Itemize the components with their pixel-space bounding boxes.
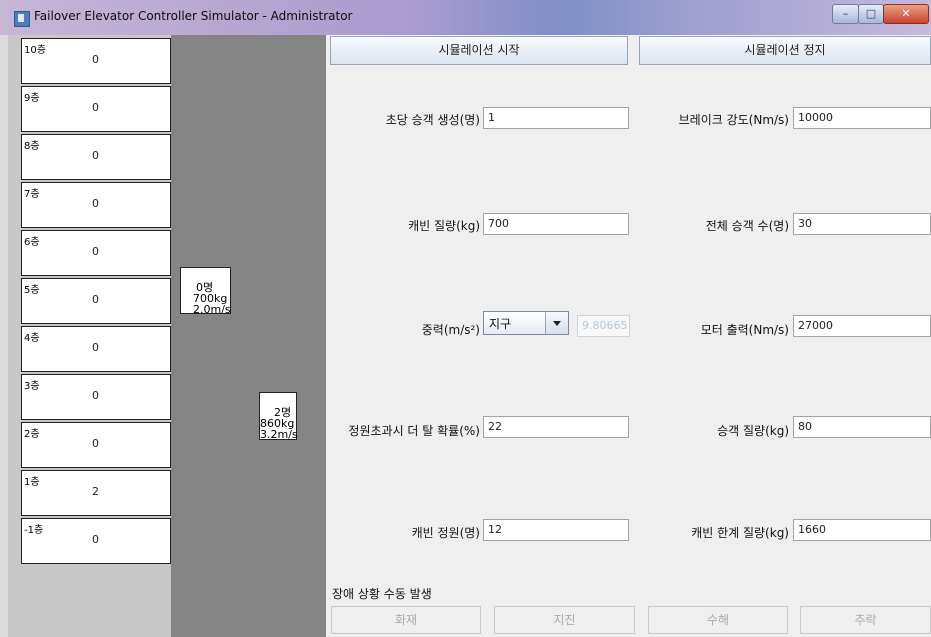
motor-output-input[interactable]: 27000 [793, 315, 931, 337]
overcapacity-probability-input[interactable]: 22 [483, 416, 629, 438]
floor-waiting-count: 0 [92, 245, 99, 258]
floor-label: 8층 [24, 141, 40, 152]
chevron-down-icon[interactable] [545, 312, 568, 334]
floor-waiting-count: 0 [92, 533, 99, 546]
cabin-max-mass-input[interactable]: 1660 [793, 519, 931, 541]
app-icon [14, 11, 30, 27]
close-button[interactable]: ✕ [883, 4, 929, 24]
floor-4: 4층 0 [21, 326, 171, 372]
floor-waiting-count: 0 [92, 197, 99, 210]
overcapacity-probability-label: 정원초과시 더 탈 확률(%) [348, 424, 480, 438]
floor-9: 9층 0 [21, 86, 171, 132]
floor-3: 3층 0 [21, 374, 171, 420]
passenger-mass-input[interactable]: 80 [793, 416, 931, 438]
passengers-per-sec-label: 초당 승객 생성(명) [385, 113, 480, 127]
cabin-mass-label: 캐빈 질량(kg) [408, 219, 480, 233]
floor-10: 10층 0 [21, 38, 171, 84]
floor-panel: 10층 0 9층 0 8층 0 7층 0 6층 0 5층 0 4층 0 3층 0 [8, 35, 171, 637]
fall-button[interactable]: 추락 [800, 606, 931, 634]
floor-2: 2층 0 [21, 422, 171, 468]
gravity-select[interactable]: 지구 [483, 311, 569, 335]
elevator-car-2: 2명 860kg 3.2m/s [259, 392, 298, 441]
cabin-capacity-input[interactable]: 12 [483, 519, 629, 541]
total-passengers-label: 전체 승객 수(명) [705, 219, 789, 233]
window-title: Failover Elevator Controller Simulator -… [34, 9, 353, 23]
cabin-capacity-label: 캐빈 정원(명) [411, 526, 480, 540]
gravity-label: 중력(m/s²) [421, 323, 480, 337]
floor-label: 1층 [24, 477, 40, 488]
floor-label: 10층 [24, 45, 46, 56]
flood-button[interactable]: 수해 [648, 606, 788, 634]
failure-section-title: 장애 상황 수동 발생 [332, 587, 432, 601]
floor-waiting-count: 2 [92, 485, 99, 498]
floor-waiting-count: 0 [92, 53, 99, 66]
passenger-mass-label: 승객 질량(kg) [717, 424, 789, 438]
gravity-selected-value: 지구 [489, 317, 512, 331]
title-bar: Failover Elevator Controller Simulator -… [0, 0, 931, 35]
floor-label: 7층 [24, 189, 40, 200]
floor-waiting-count: 0 [92, 389, 99, 402]
brake-strength-input[interactable]: 10000 [793, 107, 931, 129]
floor-label: -1층 [24, 525, 44, 536]
floor-7: 7층 0 [21, 182, 171, 228]
floor-5: 5층 0 [21, 278, 171, 324]
brake-strength-label: 브레이크 강도(Nm/s) [678, 113, 789, 127]
floor-basement-1: -1층 0 [21, 518, 171, 564]
floor-waiting-count: 0 [92, 437, 99, 450]
gravity-value-field: 9.80665 [577, 315, 630, 337]
start-simulation-button[interactable]: 시뮬레이션 시작 [330, 36, 628, 65]
fire-button[interactable]: 화재 [331, 606, 481, 634]
floor-label: 9층 [24, 93, 40, 104]
floor-label: 4층 [24, 333, 40, 344]
floor-8: 8층 0 [21, 134, 171, 180]
floor-waiting-count: 0 [92, 341, 99, 354]
car-speed: 2.0m/s [193, 303, 231, 316]
floor-waiting-count: 0 [92, 149, 99, 162]
stop-simulation-button[interactable]: 시뮬레이션 정지 [639, 36, 931, 65]
floor-waiting-count: 0 [92, 101, 99, 114]
floor-6: 6층 0 [21, 230, 171, 276]
floor-1: 1층 2 [21, 470, 171, 516]
motor-output-label: 모터 출력(Nm/s) [700, 323, 789, 337]
elevator-shaft: 0명 700kg 2.0m/s 2명 860kg 3.2m/s [171, 35, 326, 637]
elevator-car-1: 0명 700kg 2.0m/s [180, 267, 231, 316]
cabin-mass-input[interactable]: 700 [483, 213, 629, 235]
app-window: Failover Elevator Controller Simulator -… [0, 0, 931, 637]
floor-label: 2층 [24, 429, 40, 440]
passengers-per-sec-input[interactable]: 1 [483, 107, 629, 129]
maximize-button[interactable]: □ [858, 4, 884, 24]
car-speed: 3.2m/s [260, 428, 298, 441]
floor-label: 3층 [24, 381, 40, 392]
earthquake-button[interactable]: 지진 [494, 606, 635, 634]
total-passengers-input[interactable]: 30 [793, 213, 931, 235]
floor-waiting-count: 0 [92, 293, 99, 306]
minimize-button[interactable]: – [832, 4, 859, 24]
cabin-max-mass-label: 캐빈 한계 질량(kg) [691, 526, 789, 540]
floor-label: 5층 [24, 285, 40, 296]
control-panel: 시뮬레이션 시작 시뮬레이션 정지 초당 승객 생성(명) 1 브레이크 강도(… [326, 35, 931, 637]
floor-label: 6층 [24, 237, 40, 248]
